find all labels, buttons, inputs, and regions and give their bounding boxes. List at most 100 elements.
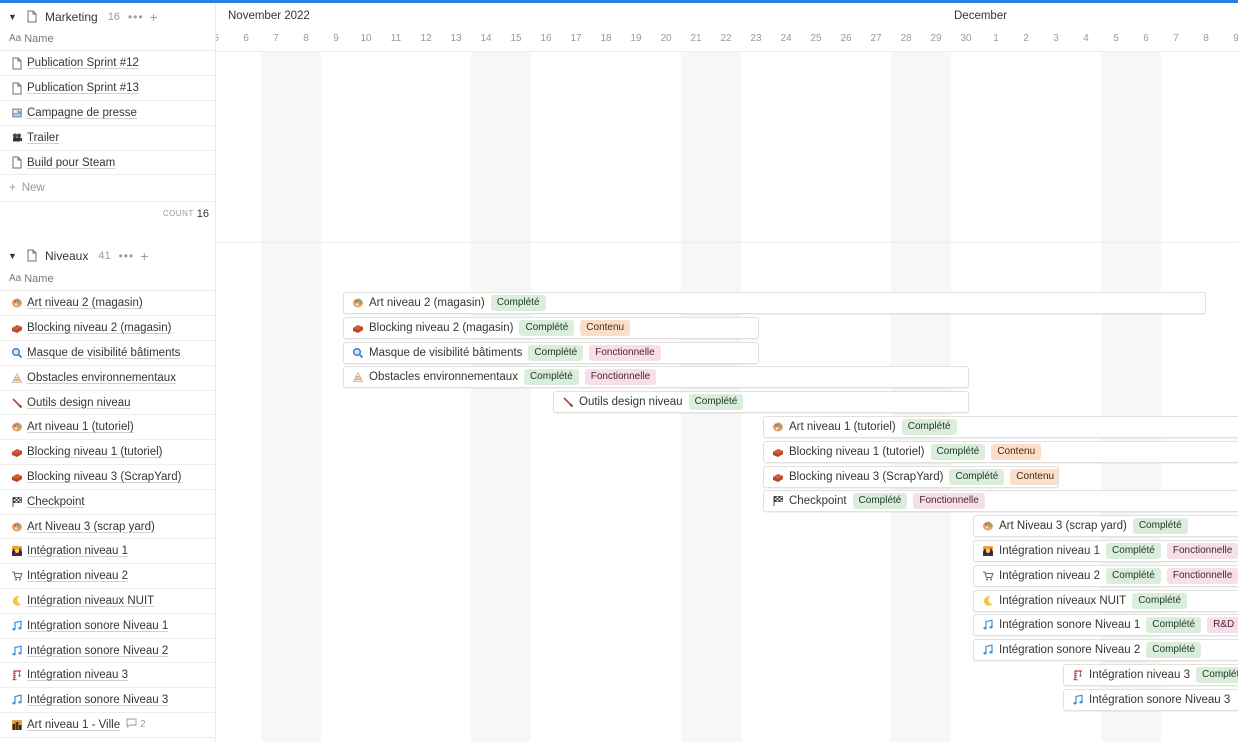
timeline-bar[interactable]: Masque de visibilité bâtiments Complété Fo… [343,341,759,364]
bar-title: Masque de visibilité bâtiments [369,346,523,359]
status-tag: Complété [949,468,1005,485]
table-row[interactable]: Art niveau 2 (magasin) [0,292,215,317]
timeline-bar[interactable]: Obstacles environnementaux Complété Foncti… [343,366,969,389]
table-row[interactable]: Art Niveau 3 (scrap yard) [0,515,215,540]
table-row[interactable]: Publication Sprint #13 [0,76,215,102]
status-tag: Complété [901,419,957,435]
row-title[interactable]: Blocking niveau 2 (magasin) [27,322,171,334]
construction-icon [10,371,23,384]
table-row[interactable]: Intégration niveau 1 [0,540,215,565]
row-title[interactable]: Art niveau 2 (magasin) [27,297,143,309]
timeline-bar[interactable]: Blocking niveau 1 (tutoriel) Complété Cont… [763,440,1238,463]
bar-title: Intégration sonore Niveau 3 [1089,693,1231,706]
timeline-bar[interactable]: Art niveau 2 (magasin) Complété [343,292,1206,314]
group-title[interactable]: Marketing [45,10,98,24]
status-tag: Fonctionnelle [584,369,657,386]
row-title[interactable]: Intégration niveau 3 [27,669,128,681]
more-options-icon[interactable]: ••• [119,249,135,263]
table-row[interactable]: Campagne de presse [0,101,215,126]
table-panel: ▼ Marketing 16 ••• + Aa Name Publication Sprint… [0,3,216,742]
row-title[interactable]: Blocking niveau 1 (tutoriel) [27,446,163,458]
table-row[interactable]: Intégration sonore Niveau 3 [0,688,215,714]
group-title[interactable]: Niveaux [45,249,88,263]
bar-title: Intégration niveaux NUIT [999,594,1127,607]
timeline-bar[interactable]: Intégration sonore Niveau 3 [1063,688,1238,711]
row-title[interactable]: Checkpoint [27,496,85,508]
row-title[interactable]: Intégration sonore Niveau 2 [27,645,168,657]
row-title[interactable]: Art Niveau 3 (scrap yard) [27,521,155,533]
row-title[interactable]: Campagne de presse [27,107,137,119]
table-row[interactable]: Masque de visibilité bâtiments [0,341,215,366]
brick-icon [771,445,784,458]
table-row[interactable]: Blocking niveau 3 (ScrapYard) [0,465,215,490]
timeline-bar[interactable]: Blocking niveau 2 (magasin) Complété Conte… [343,316,759,339]
row-title[interactable]: Intégration sonore Niveau 1 [27,620,168,632]
table-row[interactable]: Art niveau 1 (tutoriel) [0,416,215,441]
table-row[interactable]: Intégration niveau 2 [0,564,215,590]
row-title[interactable]: Intégration niveau 1 [27,545,128,557]
day-label: 11 [390,33,402,44]
bar-title: Outils design niveau [579,396,683,409]
column-label: Name [24,32,54,45]
table-row[interactable]: Blocking niveau 1 (tutoriel) [0,440,215,466]
status-tag: Complété [1106,543,1161,559]
comment-count[interactable]: 2 [126,718,146,731]
timeline-bar[interactable]: Intégration niveaux NUIT Complété [973,589,1238,612]
add-item-icon[interactable]: + [150,9,158,25]
row-title[interactable]: Obstacles environnementaux [27,372,176,384]
timeline-bar[interactable]: Intégration niveau 1 Complété Fonctionnell… [973,540,1238,562]
row-title[interactable]: Build pour Steam [27,157,115,169]
timeline-bar[interactable]: Checkpoint Complété Fonctionnelle [763,490,1238,513]
column-header-name[interactable]: Aa Name [0,27,215,51]
add-item-icon[interactable]: + [140,248,148,264]
table-row[interactable]: Trailer [0,126,215,151]
table-row[interactable]: Art niveau 1 - Ville 2 [0,713,215,738]
count-summary[interactable]: COUNT 16 [0,201,215,225]
row-title[interactable]: Publication Sprint #13 [27,82,139,94]
table-row[interactable]: Intégration niveau 3 [0,664,215,689]
table-row[interactable]: Build pour Steam [0,151,215,176]
day-label: 19 [630,33,642,44]
magnifier-icon [10,346,23,359]
bar-title: Art niveau 1 (tutoriel) [789,421,896,433]
row-title[interactable]: Intégration niveau 2 [27,570,128,582]
row-title[interactable]: Intégration niveaux NUIT [27,595,154,607]
timeline-bar[interactable]: Intégration niveau 3 Complété [1063,664,1238,686]
table-row[interactable]: Intégration niveaux NUIT [0,589,215,614]
table-row[interactable]: Intégration sonore Niveau 1 [0,614,215,639]
collapse-toggle-icon[interactable]: ▼ [8,251,18,261]
table-row[interactable]: Obstacles environnementaux [0,366,215,391]
row-title[interactable]: Publication Sprint #12 [27,57,139,69]
table-row[interactable]: Publication Sprint #12 [0,52,215,77]
timeline-bar[interactable]: Art niveau 1 (tutoriel) Complété [763,416,1238,438]
music-icon [1071,693,1084,706]
row-title[interactable]: Intégration sonore Niveau 3 [27,694,168,706]
timeline-bar[interactable]: Art Niveau 3 (scrap yard) Complété [973,515,1238,538]
collapse-toggle-icon[interactable]: ▼ [8,12,18,22]
timeline-bar[interactable]: Intégration niveau 2 Complété Fonctionnell… [973,564,1238,587]
table-row[interactable]: Outils design niveau [0,391,215,416]
row-title[interactable]: Blocking niveau 3 (ScrapYard) [27,471,181,483]
row-title[interactable]: Trailer [27,132,59,144]
day-label: 2 [1023,33,1029,44]
timeline-bar[interactable]: Intégration sonore Niveau 1 Complété R&D [973,614,1238,637]
day-label: 7 [1173,33,1179,44]
day-label: 9 [1233,33,1238,44]
row-title[interactable]: Art niveau 1 - Ville [27,719,120,731]
column-header-name[interactable]: Aa Name [0,267,215,291]
day-label: 24 [780,33,792,44]
text-property-icon: Aa [9,33,22,44]
new-row-button[interactable]: + New [0,176,215,200]
timeline-panel[interactable]: November 2022December5678910111213141516… [216,3,1238,742]
row-title[interactable]: Art niveau 1 (tutoriel) [27,421,134,433]
table-row[interactable]: Intégration sonore Niveau 2 [0,639,215,664]
timeline-bar[interactable]: Intégration sonore Niveau 2 Complété [973,639,1238,662]
day-label: 23 [750,33,762,44]
timeline-bar[interactable]: Outils design niveau Complété [553,391,969,414]
more-options-icon[interactable]: ••• [128,10,144,24]
row-title[interactable]: Outils design niveau [27,397,131,409]
timeline-bar[interactable]: Blocking niveau 3 (ScrapYard) Complété Con… [763,465,1059,488]
table-row[interactable]: Checkpoint [0,490,215,515]
row-title[interactable]: Masque de visibilité bâtiments [27,347,180,359]
table-row[interactable]: Blocking niveau 2 (magasin) [0,316,215,342]
